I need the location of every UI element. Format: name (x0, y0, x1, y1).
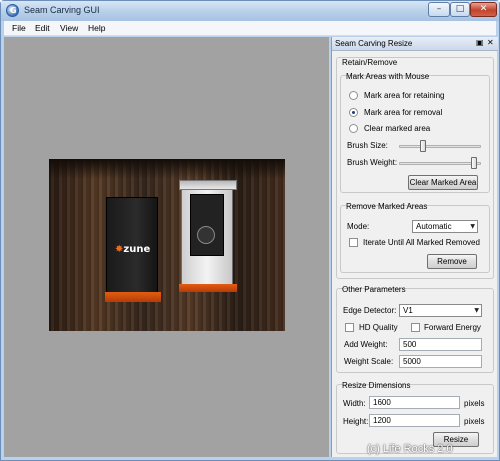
watermark-text: (c) Life Rocks 2.0 (367, 443, 453, 455)
width-unit: pixels (464, 399, 485, 408)
mode-select[interactable]: Automatic ▼ (412, 220, 478, 233)
mark-retain-label: Mark area for retaining (364, 91, 445, 100)
clear-marked-label: Clear marked area (364, 124, 431, 133)
radio-mark-retain[interactable] (349, 91, 358, 100)
minimize-button[interactable]: – (428, 2, 450, 17)
width-label: Width: (343, 399, 366, 408)
remove-marked-label: Remove Marked Areas (346, 202, 428, 211)
edge-detector-value: V1 (403, 306, 413, 315)
height-unit: pixels (464, 417, 485, 426)
zune-logo-text: zune (123, 244, 151, 255)
remove-button[interactable]: Remove (427, 254, 477, 269)
forward-energy-label: Forward Energy (424, 323, 481, 332)
player-box-base (179, 284, 237, 292)
brush-size-thumb[interactable] (420, 140, 426, 152)
app-icon-letter: G (10, 6, 17, 15)
mode-label: Mode: (347, 222, 370, 231)
menu-file[interactable]: File (12, 23, 26, 33)
menu-bar: File Edit View Help (4, 21, 496, 36)
brush-weight-slider[interactable] (399, 162, 481, 165)
seam-carving-panel: Seam Carving Resize ▣ ✕ Retain/Remove Ma… (331, 37, 498, 457)
dock-icon[interactable]: ▣ (476, 38, 484, 47)
player-box-image (179, 180, 237, 292)
photo-shadow (49, 159, 285, 179)
mode-value: Automatic (416, 222, 452, 231)
photo-image[interactable]: ✸zune (49, 159, 285, 331)
zune-box-base (105, 292, 161, 302)
iterate-label: Iterate Until All Marked Removed (363, 238, 480, 247)
width-input[interactable]: 1600 (369, 396, 460, 409)
other-params-label: Other Parameters (342, 285, 406, 294)
menu-view[interactable]: View (60, 23, 78, 33)
brush-weight-thumb[interactable] (471, 157, 477, 169)
hd-quality-checkbox[interactable] (345, 323, 354, 332)
edge-detector-label: Edge Detector: (343, 306, 397, 315)
close-button[interactable]: ✕ (470, 2, 497, 17)
maximize-button[interactable]: □ (450, 2, 470, 17)
height-input[interactable]: 1200 (369, 414, 460, 427)
zune-logo: ✸zune (115, 244, 151, 255)
app-window: G Seam Carving GUI – □ ✕ File Edit View … (0, 0, 500, 461)
resize-dimensions-label: Resize Dimensions (342, 381, 411, 390)
app-icon: G (6, 4, 19, 17)
image-canvas[interactable]: ✸zune (4, 37, 329, 457)
edge-detector-select[interactable]: V1 ▼ (399, 304, 482, 317)
retain-remove-label: Retain/Remove (342, 58, 398, 67)
hd-quality-label: HD Quality (359, 323, 398, 332)
menu-help[interactable]: Help (88, 23, 105, 33)
player-wheel (197, 226, 215, 244)
zune-box-image: ✸zune (105, 197, 161, 302)
brush-size-label: Brush Size: (347, 141, 388, 150)
player-screen (190, 194, 224, 256)
panel-close-icon[interactable]: ✕ (487, 38, 494, 47)
add-weight-input[interactable]: 500 (399, 338, 482, 351)
weight-scale-label: Weight Scale: (344, 357, 394, 366)
chevron-down-icon: ▼ (474, 307, 479, 314)
radio-clear-marked[interactable] (349, 124, 358, 133)
clear-marked-area-button[interactable]: Clear Marked Area (408, 175, 478, 190)
brush-size-slider[interactable] (399, 145, 481, 148)
menu-edit[interactable]: Edit (35, 23, 50, 33)
panel-header: Seam Carving Resize ▣ ✕ (332, 37, 498, 51)
forward-energy-checkbox[interactable] (411, 323, 420, 332)
chevron-down-icon: ▼ (470, 223, 475, 230)
radio-mark-removal[interactable] (349, 108, 358, 117)
panel-title: Seam Carving Resize (335, 39, 413, 48)
iterate-checkbox[interactable] (349, 238, 358, 247)
height-label: Height: (343, 417, 369, 426)
brush-weight-label: Brush Weight: (347, 158, 398, 167)
mark-removal-label: Mark area for removal (364, 108, 443, 117)
mark-areas-label: Mark Areas with Mouse (346, 72, 430, 81)
title-bar[interactable]: G Seam Carving GUI – □ ✕ (1, 1, 499, 21)
window-title: Seam Carving GUI (24, 5, 100, 15)
wood-texture (49, 159, 285, 331)
weight-scale-input[interactable]: 5000 (399, 355, 482, 368)
player-box-lid (179, 180, 237, 190)
add-weight-label: Add Weight: (344, 340, 388, 349)
